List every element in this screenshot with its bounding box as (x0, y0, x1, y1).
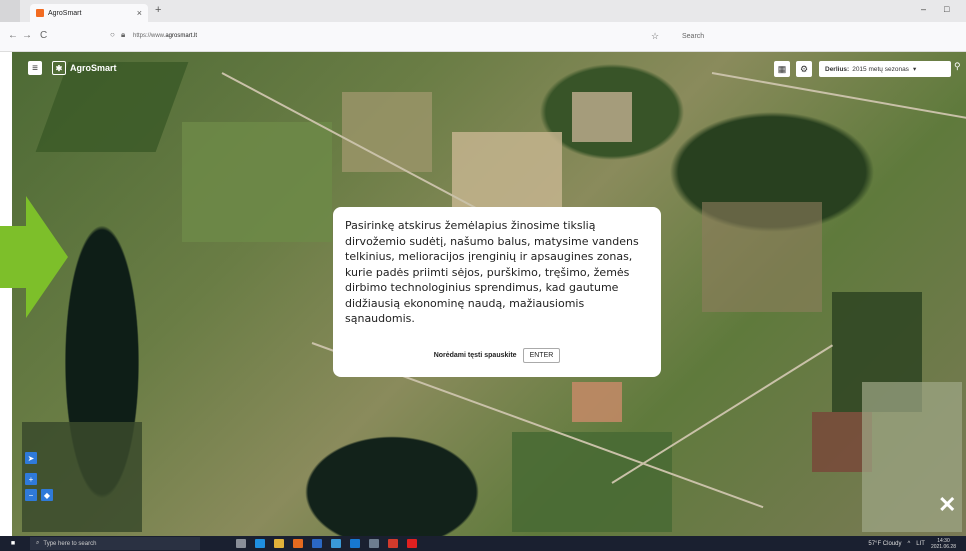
maximize-button[interactable]: □ (944, 4, 949, 14)
map-field (22, 422, 142, 532)
logo-mark-icon: ✱ (52, 61, 66, 75)
map-field (512, 432, 672, 532)
tab-bar: AgroSmart × + – □ (0, 0, 966, 22)
map-layers-button[interactable]: ▦ (774, 61, 790, 77)
green-arrow-icon (0, 196, 68, 318)
edge-icon[interactable] (255, 539, 265, 548)
map-toolbar: ≡ ✱ AgroSmart ▦ ⚙ Derlius: 2015 metų sez… (12, 52, 966, 84)
powerpoint-icon[interactable] (388, 539, 398, 548)
chevron-down-icon: ▾ (912, 66, 917, 73)
clock-date: 2021.06.28 (930, 544, 956, 550)
tab-title: AgroSmart (48, 9, 82, 17)
language-indicator[interactable]: LIT (916, 541, 925, 547)
map-field (572, 382, 622, 422)
browser-window: AgroSmart × + – □ ← → C ○ 🔒︎ https://www… (0, 0, 966, 536)
modal-footer: Norėdami tęsti spauskite ENTER (333, 348, 661, 363)
outlook-icon[interactable] (350, 539, 360, 548)
compass-button[interactable]: ◆ (41, 489, 53, 501)
windows-start-icon[interactable]: ■ (6, 536, 20, 551)
taskbar-apps (236, 539, 417, 548)
search-icon: ⌕ (36, 540, 40, 546)
harvest-season-select[interactable]: Derlius: 2015 metų sezonas ▾ (819, 61, 951, 77)
taskbar-search-placeholder: Type here to search (43, 540, 97, 547)
tab-bar-accent (0, 0, 20, 22)
modal-description: Pasirinkę atskirus žemėlapius žinosime t… (345, 219, 639, 325)
app-icon[interactable] (369, 539, 379, 548)
file-explorer-icon[interactable] (274, 539, 284, 548)
tab-close-button[interactable]: × (137, 8, 142, 18)
search-icon[interactable]: ⌕ (934, 61, 939, 72)
weather-status[interactable]: 57°F Cloudy (868, 541, 901, 547)
map-field (702, 202, 822, 312)
system-tray: 57°F Cloudy ^ LIT 14:30 2021.06.28 (868, 538, 956, 550)
shield-icon: ○ (110, 30, 115, 39)
clock[interactable]: 14:30 2021.06.28 (931, 538, 956, 550)
url-prefix: https://www. (133, 33, 166, 39)
reload-button[interactable]: C (40, 30, 47, 41)
logo-text: AgroSmart (70, 63, 117, 73)
task-view-icon[interactable] (236, 539, 246, 548)
lock-icon: 🔒︎ (121, 30, 126, 39)
bookmark-star-icon[interactable]: ☆ (651, 31, 659, 42)
enter-button[interactable]: ENTER (522, 348, 561, 363)
settings-gear-button[interactable]: ⚙ (796, 61, 812, 77)
location-pin-icon[interactable]: ⚲ (954, 61, 961, 72)
tab-agrosmart[interactable]: AgroSmart × (30, 4, 148, 22)
harvest-value: 2015 metų sezonas (852, 65, 909, 73)
zoom-in-button[interactable]: + (25, 473, 37, 485)
firefox-icon[interactable] (293, 539, 303, 548)
map-field (182, 122, 332, 242)
acrobat-icon[interactable] (407, 539, 417, 548)
new-tab-button[interactable]: + (155, 4, 161, 16)
locate-me-button[interactable]: ➤ (25, 452, 37, 464)
agrosmart-logo: ✱ AgroSmart (52, 61, 117, 75)
forward-button[interactable]: → (22, 30, 32, 41)
store-icon[interactable] (331, 539, 341, 548)
nav-bar: ← → C ○ 🔒︎ https://www.agrosmart.lt ☆ Se… (0, 22, 966, 52)
agrosmart-favicon-icon (36, 9, 44, 17)
tray-chevron-icon[interactable]: ^ (907, 541, 910, 547)
hamburger-menu-button[interactable]: ≡ (28, 61, 42, 75)
info-modal: Pasirinkę atskirus žemėlapius žinosime t… (333, 207, 661, 377)
close-icon[interactable]: ✕ (938, 492, 956, 518)
word-icon[interactable] (312, 539, 322, 548)
browser-search-input[interactable]: Search (670, 29, 880, 45)
url-domain: agrosmart.lt (165, 33, 198, 39)
address-bar[interactable]: https://www.agrosmart.lt (133, 33, 197, 39)
continue-hint: Norėdami tęsti spauskite (433, 352, 517, 359)
zoom-out-button[interactable]: − (25, 489, 37, 501)
taskbar-search-input[interactable]: ⌕ Type here to search (30, 537, 200, 550)
back-button[interactable]: ← (8, 30, 18, 41)
map-field (572, 92, 632, 142)
minimize-button[interactable]: – (921, 4, 926, 14)
harvest-label: Derlius: (825, 65, 850, 73)
windows-taskbar: ■ ⌕ Type here to search 57°F Cloudy ^ LI… (0, 536, 966, 551)
